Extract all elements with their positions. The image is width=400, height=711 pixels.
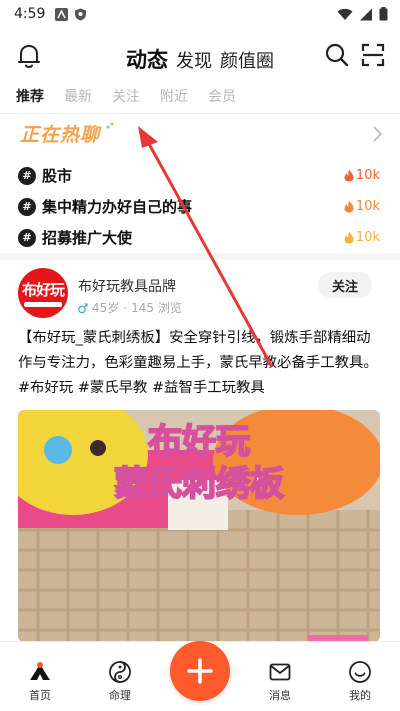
bottom-nav: 首页 命理 消息 我的 [0, 641, 400, 711]
flame-icon [344, 231, 354, 244]
sparkle-icon [106, 122, 114, 129]
avatar[interactable]: 布好玩 [18, 268, 68, 318]
post-author-name[interactable]: 布好玩教具品牌 [78, 276, 176, 296]
status-bar: 4:59 [0, 0, 400, 28]
hashtag-icon: # [18, 197, 36, 216]
hot-topic-item[interactable]: # 集中精力办好自己的事 10k [18, 191, 380, 222]
status-time: 4:59 [14, 6, 46, 22]
tab-yanzhiquan[interactable]: 颜值圈 [220, 47, 274, 73]
post-text[interactable]: 【布好玩_蒙氏刺绣板】安全穿针引线，锻炼手部精细动作与专注力，色彩童趣易上手，蒙… [18, 326, 384, 401]
hot-topic-count: 10k [344, 199, 380, 214]
hot-topic-count: 10k [344, 230, 380, 245]
tab-faxian[interactable]: 发现 [176, 47, 212, 73]
hot-count-text: 10k [355, 168, 380, 183]
add-post-button[interactable] [170, 641, 230, 701]
follow-button[interactable]: 关注 [318, 272, 372, 298]
message-icon [269, 663, 291, 681]
subtab-nearby[interactable]: 附近 [160, 86, 188, 106]
hot-topic-list: # 股市 10k # 集中精力办好自己的事 10k # 招募推广大使 10k [18, 160, 380, 253]
shield-icon [75, 8, 87, 20]
sub-tabs: 推荐 最新 关注 附近 会员 [16, 86, 236, 106]
nav-home[interactable]: 首页 [10, 660, 70, 703]
hashtag-icon: # [18, 228, 36, 247]
subtab-recommend[interactable]: 推荐 [16, 86, 44, 106]
tab-dongtai[interactable]: 动态 [126, 44, 168, 74]
hashtag-icon: # [18, 166, 36, 185]
yin-yang-icon [109, 661, 131, 683]
notification-a-icon [55, 7, 69, 21]
hot-topic-item[interactable]: # 招募推广大使 10k [18, 222, 380, 253]
hot-topics-title[interactable]: 正在热聊 [20, 120, 100, 147]
status-indicators [337, 7, 388, 21]
hot-topic-label: 股市 [42, 167, 73, 185]
hot-count-text: 10k [355, 199, 380, 214]
nav-label: 命理 [109, 689, 131, 702]
plus-icon [187, 658, 213, 684]
hot-count-text: 10k [355, 230, 380, 245]
wifi-icon [337, 8, 353, 20]
section-gap [0, 253, 400, 260]
hot-topic-count: 10k [344, 168, 380, 183]
avatar-logo-text: 布好玩 [21, 281, 65, 299]
post-meta: 45岁 · 145 浏览 [78, 299, 182, 316]
avatar-logo-strip [24, 302, 62, 307]
post-views: 145 浏览 [131, 301, 182, 315]
post-image[interactable]: 布好玩 蒙氏刺绣板 [18, 410, 380, 642]
hot-topic-item[interactable]: # 股市 10k [18, 160, 380, 191]
male-icon [78, 302, 88, 313]
signal-icon [360, 8, 372, 20]
subtab-latest[interactable]: 最新 [64, 86, 92, 106]
hot-topic-label: 招募推广大使 [42, 229, 133, 247]
nav-fortune[interactable]: 命理 [90, 660, 150, 703]
flame-icon [344, 169, 354, 182]
scan-icon[interactable] [360, 42, 386, 68]
subtab-member[interactable]: 会员 [208, 86, 236, 106]
nav-profile[interactable]: 我的 [330, 660, 390, 703]
divider [0, 113, 400, 114]
subtab-following[interactable]: 关注 [112, 86, 140, 106]
flame-icon [344, 200, 354, 213]
nav-label: 消息 [269, 689, 291, 702]
post-meta-separator: · [123, 300, 128, 315]
nav-label: 我的 [349, 689, 371, 702]
hot-topic-label: 集中精力办好自己的事 [42, 198, 193, 216]
nav-label: 首页 [29, 689, 51, 702]
chevron-right-icon[interactable] [370, 124, 384, 144]
search-icon[interactable] [324, 42, 350, 68]
post-age: 45岁 [92, 301, 120, 315]
battery-icon [379, 7, 388, 21]
post-image-subtitle: 蒙氏刺绣板 [113, 463, 285, 505]
nav-messages[interactable]: 消息 [250, 660, 310, 703]
home-icon [30, 662, 50, 680]
smile-profile-icon [349, 661, 371, 683]
top-header: 动态 发现 颜值圈 [0, 36, 400, 78]
